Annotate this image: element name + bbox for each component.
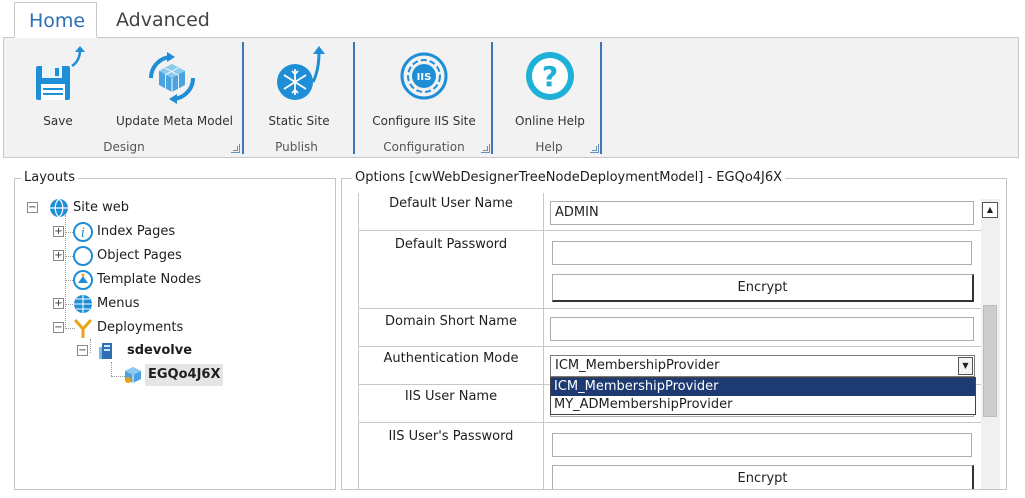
iis-user-password-cell: Encrypt [544, 423, 981, 489]
row-label: IIS User's Password [388, 429, 514, 444]
update-meta-model-icon [149, 52, 195, 104]
svg-text:?: ? [542, 60, 558, 93]
tree-label: Site web [73, 200, 129, 215]
select-value: ICM_MembershipProvider [555, 358, 720, 373]
expand-icon[interactable]: + [53, 250, 64, 261]
help-icon: ? [526, 52, 574, 100]
globe-icon [50, 198, 68, 218]
authentication-mode-dropdown-list: ICM_MembershipProvider MY_ADMembershipPr… [550, 377, 976, 415]
collapse-icon[interactable]: − [27, 202, 38, 213]
default-user-name-input[interactable]: ADMIN [550, 201, 974, 225]
static-site-icon [277, 46, 325, 100]
tree-connector [111, 362, 112, 376]
info-icon: i [73, 222, 93, 242]
row-label: Default User Name [389, 196, 513, 211]
default-user-name-label: Default User Name [358, 193, 544, 231]
ribbon-tabs: Home Advanced [0, 0, 1025, 38]
ribbon: Save Update Meta Model Design Static Sit… [3, 37, 1019, 158]
group-separator [353, 42, 355, 154]
dropdown-option[interactable]: ICM_MembershipProvider [551, 378, 975, 396]
static-site-button[interactable]: Static Site [264, 44, 334, 128]
design-dialog-launcher-icon[interactable] [231, 144, 240, 153]
update-meta-model-label: Update Meta Model [116, 114, 233, 128]
authentication-mode-select[interactable]: ICM_MembershipProvider ▼ [550, 355, 975, 377]
row-label: IIS User Name [404, 389, 498, 404]
object-page-icon [73, 246, 93, 266]
tree-label: Menus [97, 296, 140, 311]
save-button[interactable]: Save [28, 44, 88, 128]
default-password-input[interactable] [552, 241, 972, 265]
layouts-title: Layouts [21, 170, 78, 185]
scroll-up-arrow-icon[interactable]: ▲ [982, 202, 998, 218]
static-site-label: Static Site [268, 114, 330, 128]
tree-connector [90, 339, 91, 353]
tab-advanced[interactable]: Advanced [100, 2, 226, 38]
row-label: Default Password [394, 237, 508, 252]
configure-iis-site-label: Configure IIS Site [372, 114, 476, 128]
iis-user-password-label: IIS User's Password [358, 423, 544, 489]
group-label-publish: Publish [275, 140, 318, 154]
options-grid: Default User Name ADMIN Default Password… [358, 193, 981, 489]
dropdown-option[interactable]: MY_ADMembershipProvider [551, 396, 975, 414]
expand-icon[interactable]: + [53, 226, 64, 237]
domain-short-name-input[interactable] [550, 317, 974, 341]
options-panel: Options [cwWebDesignerTreeNodeDeployment… [341, 170, 1007, 490]
default-password-cell: Encrypt [544, 231, 981, 309]
group-separator [600, 42, 602, 154]
options-scrollbar[interactable]: ▲ [981, 199, 1000, 489]
configuration-dialog-launcher-icon[interactable] [481, 144, 490, 153]
encrypt-password-button[interactable]: Encrypt [552, 274, 974, 302]
default-password-label: Default Password [358, 231, 544, 309]
menu-globe-icon [74, 295, 92, 313]
save-icon [36, 46, 85, 100]
collapse-icon[interactable]: − [53, 322, 64, 333]
group-label-design: Design [103, 140, 145, 154]
group-separator [491, 42, 493, 154]
row-label: Authentication Mode [383, 351, 519, 366]
options-title: Options [cwWebDesignerTreeNodeDeployment… [352, 170, 786, 185]
svg-text:i: i [81, 226, 85, 241]
online-help-button[interactable]: ? Online Help [512, 44, 588, 128]
collapse-icon[interactable]: − [77, 345, 88, 356]
tree-label: Object Pages [97, 248, 182, 263]
tree-label: Deployments [97, 320, 184, 335]
tree-label: sdevolve [127, 343, 193, 358]
domain-short-name-cell [544, 309, 981, 347]
layouts-panel: Layouts − Site web + i Index Pages + Obj… [14, 170, 336, 490]
group-label-configuration: Configuration [383, 140, 465, 154]
dropdown-arrow-icon[interactable]: ▼ [958, 357, 973, 375]
default-user-name-cell: ADMIN [544, 193, 981, 231]
tree-label-selected: EGQo4J6X [145, 364, 224, 386]
configure-iis-site-button[interactable]: IIS Configure IIS Site [372, 44, 476, 128]
authentication-mode-label: Authentication Mode [358, 347, 544, 385]
tree-label: Template Nodes [97, 272, 202, 287]
configure-iis-icon: IIS [400, 52, 448, 100]
group-label-help: Help [535, 140, 563, 154]
deployment-model-icon [125, 367, 141, 383]
save-label: Save [43, 114, 73, 128]
encrypt-iis-password-button[interactable]: Encrypt [552, 465, 974, 489]
scrollbar-thumb[interactable] [983, 305, 997, 417]
server-icon [99, 343, 112, 359]
template-icon [73, 270, 93, 290]
iis-user-password-input[interactable] [552, 433, 972, 457]
row-label: Domain Short Name [385, 314, 517, 329]
iis-user-name-label: IIS User Name [358, 385, 544, 423]
tree-label: Index Pages [97, 224, 176, 239]
tab-home[interactable]: Home [14, 2, 97, 38]
help-dialog-launcher-icon[interactable] [590, 144, 599, 153]
update-meta-model-button[interactable]: Update Meta Model [116, 44, 233, 128]
online-help-label: Online Help [515, 114, 585, 128]
expand-icon[interactable]: + [53, 298, 64, 309]
svg-text:IIS: IIS [417, 72, 432, 83]
group-separator [242, 42, 244, 154]
deployment-icon [74, 319, 92, 338]
domain-short-name-label: Domain Short Name [358, 309, 544, 347]
